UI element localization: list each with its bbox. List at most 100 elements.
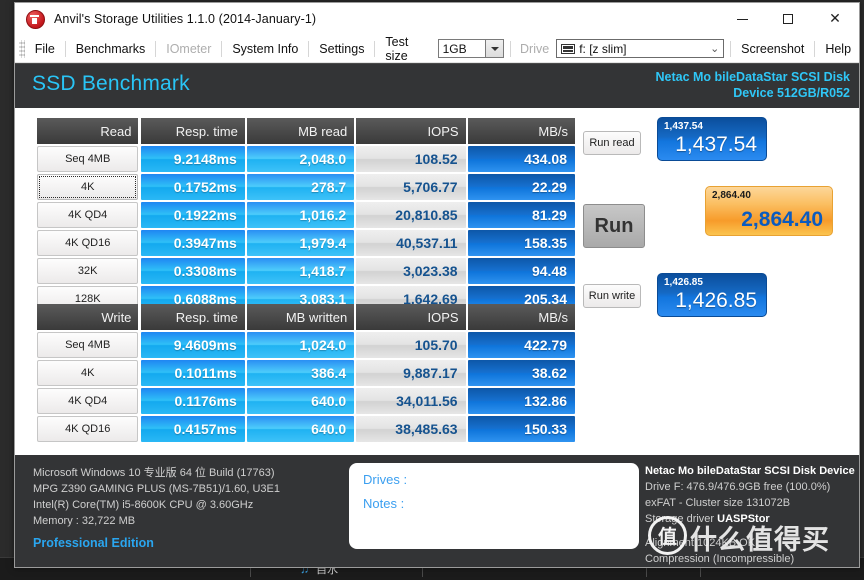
menu-separator [814, 40, 816, 57]
benchmark-content: Read Resp. time MB read IOPS MB/s Seq 4MB 9.21… [15, 108, 859, 452]
page-title: SSD Benchmark [32, 72, 190, 95]
run-write-button[interactable]: Run write [583, 284, 641, 308]
result-cell-resp: 0.1752ms [141, 174, 245, 200]
menu-bar: File Benchmarks IOmeter System Info Sett… [15, 35, 859, 63]
drive-dropdown-button[interactable]: ⌄ [706, 40, 724, 57]
drive-select[interactable]: f: [z slim] ⌄ [556, 39, 725, 58]
column-header: IOPS [356, 304, 466, 330]
write-results-table: Write Resp. time MB written IOPS MB/s Seq 4MB… [37, 304, 577, 444]
test-row-button[interactable]: 4K [37, 174, 139, 200]
read-results-table: Read Resp. time MB read IOPS MB/s Seq 4MB 9.21… [37, 118, 577, 314]
test-size-label: Test size [385, 34, 409, 63]
memory: Memory : 32,722 MB [33, 515, 136, 527]
test-row-button[interactable]: 4K QD4 [37, 202, 139, 228]
total-score-small: 2,864.40 [712, 190, 751, 201]
table-row: 32K 0.3308ms 1,418.7 3,023.38 94.48 [37, 258, 577, 284]
result-cell-mbs: 158.35 [467, 230, 575, 256]
result-cell-mb: 1,024.0 [246, 332, 355, 358]
column-header: MB read [246, 118, 355, 144]
test-row-button[interactable]: 4K QD16 [37, 230, 139, 256]
result-cell-mb: 1,418.7 [246, 258, 355, 284]
column-header: MB written [246, 304, 355, 330]
table-row: Seq 4MB 9.4609ms 1,024.0 105.70 422.79 [37, 332, 577, 358]
test-size-value: 1GB [442, 41, 467, 56]
column-header: Resp. time [141, 304, 245, 330]
benchmark-header-band: SSD Benchmark Netac Mo bileDataStar SCSI… [15, 63, 859, 108]
menu-separator [64, 40, 66, 57]
maximize-icon [783, 14, 793, 24]
menu-separator [155, 40, 157, 57]
drive-label: Drive [520, 41, 550, 56]
menu-separator [308, 40, 310, 57]
result-cell-resp: 9.2148ms [141, 146, 245, 172]
test-row-button[interactable]: Seq 4MB [37, 146, 139, 172]
result-cell-mbs: 22.29 [467, 174, 575, 200]
result-cell-resp: 0.1176ms [141, 388, 245, 414]
maximize-button[interactable] [765, 3, 811, 35]
result-cell-resp: 0.1922ms [141, 202, 245, 228]
toolbar-grip[interactable] [19, 39, 25, 58]
result-cell-mb: 1,979.4 [246, 230, 355, 256]
close-button[interactable]: ✕ [811, 3, 859, 35]
cpu: Intel(R) Core(TM) i5-8600K CPU @ 3.60GHz [33, 499, 254, 511]
test-size-dropdown-button[interactable] [485, 40, 504, 57]
test-size-select[interactable]: 1GB [437, 39, 505, 58]
write-score-small: 1,426.85 [664, 277, 703, 288]
result-cell-mb: 1,016.2 [246, 202, 355, 228]
menu-system-info[interactable]: System Info [224, 39, 306, 59]
watermark-text: 什么值得买 [690, 525, 830, 556]
notes-panel[interactable]: Drives : Notes : [349, 463, 639, 549]
result-cell-mbs: 434.08 [467, 146, 575, 172]
menu-separator [374, 40, 376, 57]
drive-info-name: Netac Mo bileDataStar SCSI Disk Device [645, 465, 855, 477]
result-cell-resp: 0.3308ms [141, 258, 245, 284]
menu-screenshot[interactable]: Screenshot [733, 39, 812, 59]
result-cell-iops: 108.52 [356, 146, 466, 172]
column-header: MB/s [467, 304, 575, 330]
title-bar: Anvil's Storage Utilities 1.1.0 (2014-Ja… [15, 3, 859, 35]
result-cell-iops: 20,810.85 [356, 202, 466, 228]
test-row-button[interactable]: 32K [37, 258, 139, 284]
column-header: Read [37, 118, 139, 144]
result-cell-mbs: 132.86 [467, 388, 575, 414]
result-cell-mbs: 94.48 [467, 258, 575, 284]
result-cell-iops: 5,706.77 [356, 174, 466, 200]
menu-settings[interactable]: Settings [311, 39, 372, 59]
result-cell-mbs: 38.62 [467, 360, 575, 386]
table-row: 4K QD16 0.4157ms 640.0 38,485.63 150.33 [37, 416, 577, 442]
result-cell-mb: 640.0 [246, 416, 355, 442]
result-cell-mbs: 422.79 [467, 332, 575, 358]
run-button[interactable]: Run [583, 204, 645, 248]
menu-benchmarks[interactable]: Benchmarks [68, 39, 153, 59]
read-score-value: 1,437.54 [675, 133, 757, 156]
app-window: Anvil's Storage Utilities 1.1.0 (2014-Ja… [14, 2, 860, 568]
window-title: Anvil's Storage Utilities 1.1.0 (2014-Ja… [54, 12, 317, 26]
column-header: Write [37, 304, 139, 330]
notes-notes-label: Notes : [363, 496, 405, 511]
test-row-button[interactable]: 4K QD16 [37, 416, 139, 442]
result-cell-resp: 0.4157ms [141, 416, 245, 442]
result-cell-iops: 34,011.56 [356, 388, 466, 414]
table-row: 4K 0.1752ms 278.7 5,706.77 22.29 [37, 174, 577, 200]
test-row-button[interactable]: 4K QD4 [37, 388, 139, 414]
device-header: Netac Mo bileDataStar SCSI Disk Device 5… [655, 69, 850, 101]
system-info: Microsoft Windows 10 专业版 64 位 Build (177… [33, 465, 280, 551]
read-score-small: 1,437.54 [664, 121, 703, 132]
motherboard: MPG Z390 GAMING PLUS (MS-7B51)/1.60, U3E… [33, 483, 280, 495]
run-read-button[interactable]: Run read [583, 131, 641, 155]
test-row-button[interactable]: 4K [37, 360, 139, 386]
column-header: MB/s [467, 118, 575, 144]
window-buttons: ✕ [719, 3, 859, 35]
menu-help[interactable]: Help [817, 39, 859, 59]
test-row-button[interactable]: Seq 4MB [37, 332, 139, 358]
menu-file[interactable]: File [27, 39, 63, 59]
drive-info-free: Drive F: 476.9/476.9GB free (100.0%) [645, 481, 831, 493]
chevron-down-icon: ⌄ [710, 42, 720, 55]
write-score-panel: 1,426.85 1,426.85 [657, 273, 767, 317]
drive-icon [561, 43, 576, 54]
screen: ♫ 自水 Anvil's Storage Utilities 1.1.0 (20… [0, 0, 864, 580]
menu-separator [221, 40, 223, 57]
table-row: Seq 4MB 9.2148ms 2,048.0 108.52 434.08 [37, 146, 577, 172]
total-score-value: 2,864.40 [741, 208, 823, 231]
minimize-button[interactable] [719, 3, 765, 35]
